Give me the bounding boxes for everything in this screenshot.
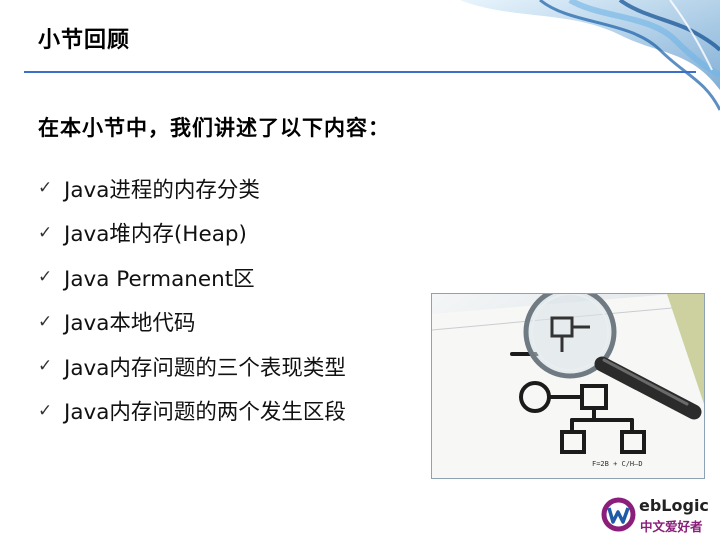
title-underline xyxy=(24,71,696,73)
list-item-label: Java Permanent区 xyxy=(64,266,255,292)
magnifier-illustration: F=2B + C/H—D xyxy=(431,293,705,479)
check-icon: ✓ xyxy=(38,311,53,332)
blue-swirl-decoration xyxy=(460,0,720,111)
bullet-list: ✓ Java进程的内存分类 ✓ Java堆内存(Heap) ✓ Java Per… xyxy=(38,166,346,433)
weblogic-logo: ebLogic 中文爱好者 xyxy=(600,495,715,535)
list-item-label: Java堆内存(Heap) xyxy=(64,222,247,248)
formula-caption: F=2B + C/H—D xyxy=(592,460,643,468)
list-item-label: Java内存问题的两个发生区段 xyxy=(64,400,346,426)
check-icon: ✓ xyxy=(38,356,53,377)
check-icon: ✓ xyxy=(38,178,53,199)
list-item-label: Java进程的内存分类 xyxy=(64,177,260,203)
list-item: ✓ Java本地代码 xyxy=(38,300,346,345)
logo-word: ebLogic xyxy=(639,496,709,515)
list-item: ✓ Java内存问题的两个发生区段 xyxy=(38,389,346,434)
check-icon: ✓ xyxy=(38,267,53,288)
check-icon: ✓ xyxy=(38,400,53,421)
list-item: ✓ Java内存问题的三个表现类型 xyxy=(38,344,346,389)
check-icon: ✓ xyxy=(38,222,53,243)
magnifier-diagram-image: F=2B + C/H—D xyxy=(432,294,704,478)
intro-text: 在本小节中，我们讲述了以下内容： xyxy=(38,116,390,140)
list-item-label: Java本地代码 xyxy=(64,311,196,337)
list-item-label: Java内存问题的三个表现类型 xyxy=(64,355,346,381)
slide: 小节回顾 在本小节中，我们讲述了以下内容： ✓ Java进程的内存分类 ✓ Ja… xyxy=(0,0,720,540)
logo-w-icon xyxy=(601,497,636,532)
list-item: ✓ Java堆内存(Heap) xyxy=(38,211,346,256)
list-item: ✓ Java进程的内存分类 xyxy=(38,166,346,211)
list-item: ✓ Java Permanent区 xyxy=(38,255,346,300)
slide-title: 小节回顾 xyxy=(38,28,131,53)
logo-chinese-tagline: 中文爱好者 xyxy=(640,519,703,534)
